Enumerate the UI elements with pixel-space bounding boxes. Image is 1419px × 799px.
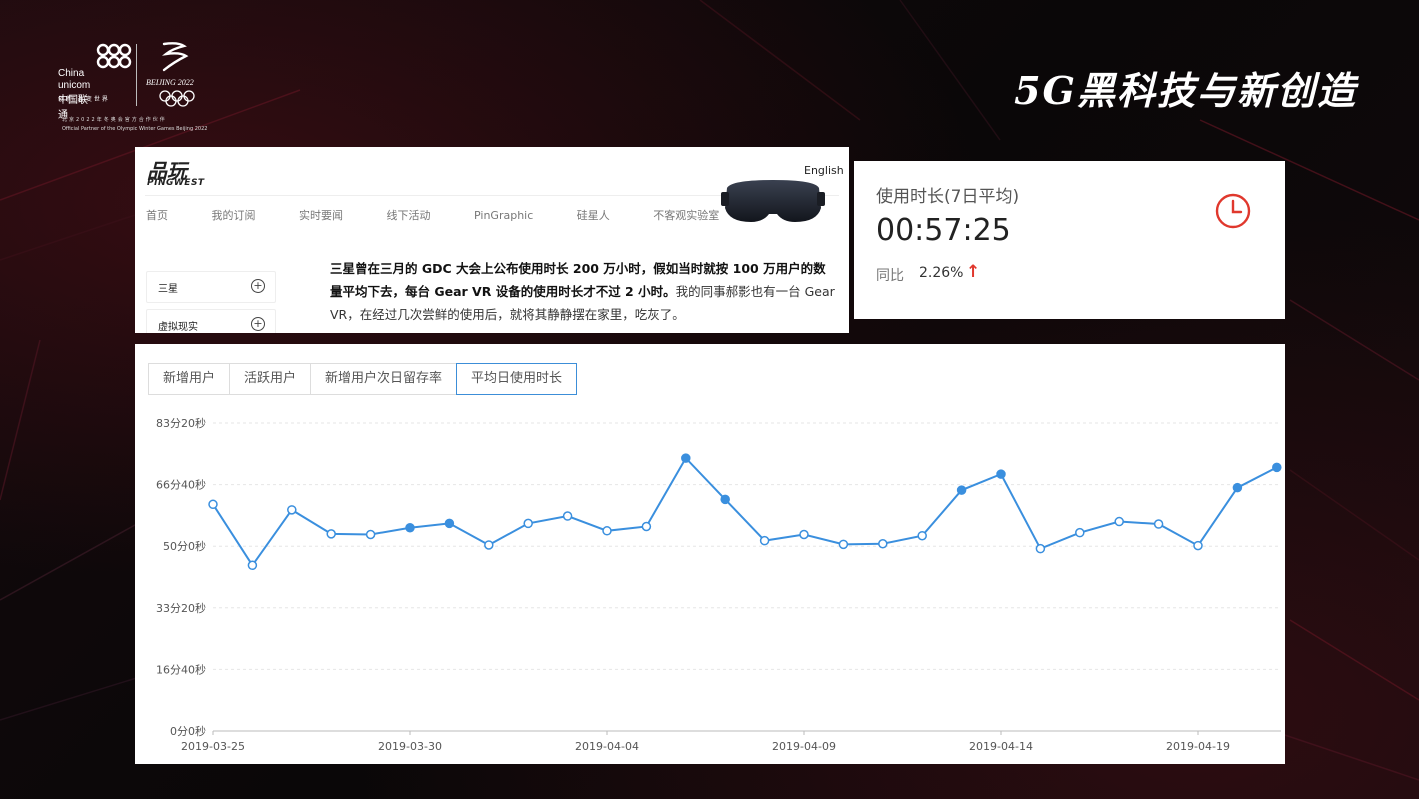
y-tick-label: 33分20秒 (156, 601, 206, 615)
data-point (523, 518, 533, 529)
data-point (247, 560, 258, 571)
slide-title: 5G黑科技与新创造 (1014, 68, 1357, 113)
logo-divider (136, 44, 137, 106)
data-point (799, 529, 809, 540)
usage-duration-card: 使用时长(7日平均) 00:57:25 同比 2.26% ↑ (854, 161, 1285, 319)
x-tick-label: 2019-04-04 (575, 740, 639, 753)
background-streak (1289, 299, 1419, 381)
arrow-up-icon: ↑ (966, 262, 981, 282)
x-tick-label: 2019-03-25 (181, 740, 245, 753)
vr-headset-image (721, 180, 825, 222)
data-point (838, 539, 849, 550)
olympic-rings-icon (159, 90, 195, 107)
data-point (641, 521, 652, 532)
data-point (996, 469, 1006, 479)
x-tick-label: 2019-03-30 (378, 740, 442, 753)
data-point (1075, 527, 1085, 538)
unicom-knot-icon (96, 43, 132, 69)
data-point (681, 453, 691, 463)
data-point (1114, 516, 1124, 527)
nav-item-guixingren[interactable]: 硅星人 (577, 207, 610, 223)
sidebar-item-samsung[interactable]: 三星 + (146, 271, 276, 303)
y-tick-label: 66分40秒 (156, 478, 206, 492)
data-point (759, 535, 770, 546)
logo-china-text: China (58, 68, 85, 79)
nav-item-subscriptions[interactable]: 我的订阅 (212, 207, 256, 223)
pingwest-logo-en[interactable]: PINGWEST (147, 178, 205, 188)
article-nav: 首页 我的订阅 实时要闻 线下活动 PinGraphic 硅星人 不客观实验室 (146, 207, 759, 223)
y-tick-label: 83分20秒 (156, 416, 206, 430)
data-point (1193, 540, 1203, 551)
tab-avg-daily-usage[interactable]: 平均日使用时长 (456, 363, 578, 395)
data-point (956, 485, 967, 495)
data-point (365, 529, 376, 540)
data-point (602, 526, 612, 536)
data-point (208, 499, 218, 510)
x-tick-label: 2019-04-09 (772, 740, 836, 753)
y-tick-label: 50分0秒 (163, 539, 206, 553)
data-point (562, 511, 573, 521)
series-line (212, 456, 1278, 568)
data-point (405, 522, 415, 533)
data-point (326, 529, 336, 539)
sidebar-item-label: 三星 (158, 284, 178, 295)
data-point (917, 530, 927, 541)
data-point (1272, 462, 1282, 473)
logo-partner-cn: 北京2022年冬奥会官方合作伙伴 (62, 117, 167, 123)
metric-value: 00:57:25 (876, 213, 1011, 248)
background-streak (1289, 469, 1419, 561)
background-streak (0, 339, 41, 501)
pingwest-article-panel: 品玩 PINGWEST English 首页 我的订阅 实时要闻 线下活动 Pi… (135, 147, 849, 333)
y-tick-label: 16分40秒 (156, 662, 206, 676)
logo-slogan: 创新·改变世界 (58, 96, 110, 103)
metric-label: 使用时长(7日平均) (876, 187, 1020, 207)
metric-compare-label: 同比 (876, 268, 904, 284)
plus-circle-icon[interactable]: + (251, 317, 265, 331)
article-body: 三星曾在三月的 GDC 大会上公布使用时长 200 万小时，假如当时就按 100… (330, 257, 838, 326)
sidebar-item-vr[interactable]: 虚拟现实 + (146, 309, 276, 333)
x-tick-label: 2019-04-14 (969, 740, 1033, 753)
line-chart: 0分0秒 16分40秒 33分20秒 50分0秒 66分40秒 83分20秒 2019-03… (156, 416, 1282, 753)
data-point (484, 540, 494, 550)
nav-item-news[interactable]: 实时要闻 (299, 207, 343, 223)
logo-partner-en: Official Partner of the Olympic Winter G… (62, 126, 208, 132)
clock-icon (1215, 193, 1251, 229)
logo-beijing-text: BEIJING 2022 (146, 78, 194, 87)
nav-item-events[interactable]: 线下活动 (387, 207, 431, 223)
background-streak (899, 0, 1001, 141)
beijing-2022-emblem-icon (161, 42, 189, 72)
sidebar-item-label: 虚拟现实 (158, 322, 198, 333)
usage-chart-panel: 新增用户 活跃用户 新增用户次日留存率 平均日使用时长 0分0秒 16分40秒 33… (135, 344, 1285, 764)
english-link[interactable]: English (804, 164, 844, 177)
data-point (1232, 482, 1243, 493)
nav-item-pingraphic[interactable]: PinGraphic (474, 209, 533, 222)
data-point (720, 494, 730, 505)
data-point (1153, 519, 1164, 529)
plus-circle-icon[interactable]: + (251, 279, 265, 293)
data-point (1035, 543, 1046, 554)
nav-item-home[interactable]: 首页 (146, 207, 168, 223)
nav-item-lab[interactable]: 不客观实验室 (653, 207, 719, 223)
data-point (287, 505, 297, 515)
x-tick-label: 2019-04-19 (1166, 740, 1230, 753)
data-point (878, 538, 888, 549)
metric-compare-value: 2.26% (919, 265, 964, 281)
background-streak (1289, 619, 1419, 701)
data-point (444, 518, 455, 529)
background-streak (699, 0, 861, 121)
y-tick-label: 0分0秒 (170, 724, 206, 738)
